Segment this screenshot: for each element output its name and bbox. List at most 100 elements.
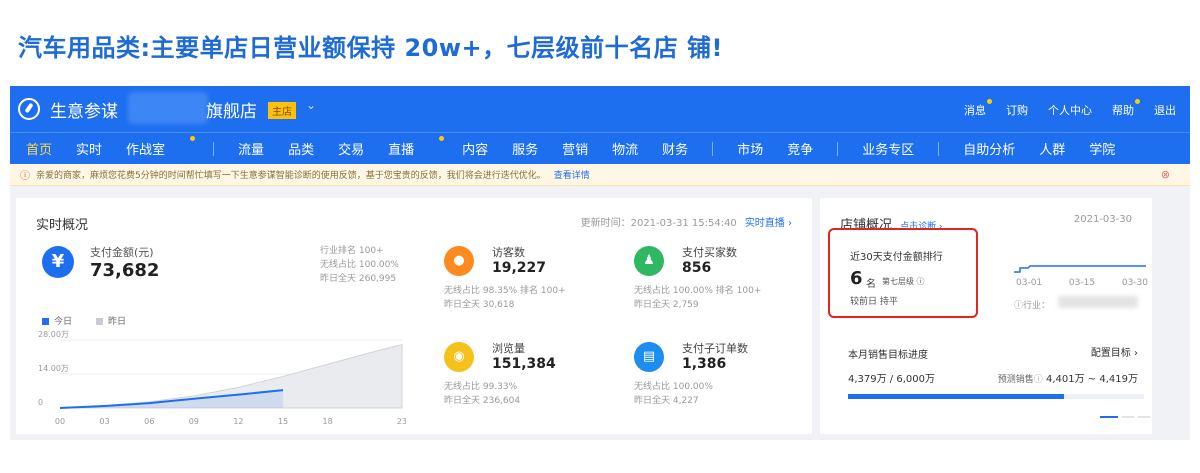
configure-goal-link[interactable]: 配置目标 › — [1091, 344, 1138, 359]
logout-link[interactable]: 退出 — [1154, 102, 1176, 118]
legend-swatch — [42, 318, 49, 325]
realtime-trend-chart: 28.00万14.00万000 03 06 09 12 15 18 23 — [38, 330, 406, 426]
notification-dot-icon — [1135, 99, 1140, 104]
nav-audience[interactable]: 人群 — [1039, 139, 1065, 158]
legend-yesterday-text: 昨日 — [108, 317, 127, 327]
help-circle-icon[interactable]: ⓘ — [917, 277, 925, 286]
nav-divider — [837, 141, 839, 156]
legend-yesterday[interactable]: 昨日 — [96, 314, 126, 327]
nav-traffic[interactable]: 流量 — [238, 139, 264, 158]
nav-divider — [938, 141, 940, 156]
rank-level-text: 第七层级 — [882, 277, 914, 286]
help-label: 帮助 — [1112, 104, 1134, 117]
industry-label: ⓘ行业： — [1014, 298, 1050, 311]
realtime-overview-panel: 实时概况 更新时间：2021-03-31 15:54:40 实时直播 › ¥ 支付… — [16, 198, 812, 434]
tick-label: 03-15 — [1068, 278, 1096, 288]
nav-war-room[interactable]: 作战室 — [126, 136, 196, 158]
nav-competition[interactable]: 竞争 — [787, 139, 813, 158]
pager-dot[interactable] — [1138, 416, 1150, 418]
nav-service[interactable]: 服务 — [512, 139, 538, 158]
visitors-label: 访客数 — [492, 246, 525, 259]
store-name[interactable]: 旗舰店 — [206, 97, 257, 122]
pay-amount-stats: 行业排名 100+ 无线占比 100.00% 昨日全天 260,995 — [320, 244, 399, 286]
visitors-stats: 无线占比 98.35% 排名 100+ 昨日全天 30,618 — [444, 284, 566, 312]
prediction-label: 预测销售 — [997, 375, 1034, 385]
rank-value: 6 — [850, 268, 863, 289]
sales-prediction: 预测销售ⓘ 4,401万 ~ 4,419万 — [998, 370, 1138, 385]
tick-label: 03-01 — [1016, 278, 1043, 288]
prediction-value: 4,401万 ~ 4,419万 — [1046, 374, 1138, 385]
shop-overview-panel: 店铺概况 点击诊断 › 2021-03-30 近30天支付金额排行 6 名 第七… — [820, 198, 1152, 434]
industry-label-text: 行业： — [1023, 301, 1051, 311]
yen-icon: ¥ — [42, 246, 74, 278]
nav-logistics[interactable]: 物流 — [612, 139, 638, 158]
personal-center-link[interactable]: 个人中心 — [1048, 102, 1092, 118]
nav-divider — [712, 141, 714, 156]
carousel-pager[interactable] — [1100, 416, 1150, 418]
document-icon: ▤ — [634, 342, 664, 372]
x-tick-label: 03 — [100, 417, 110, 426]
stat-line: 无线占比 100.00% 排名 100+ — [634, 286, 762, 296]
compass-logo-icon[interactable] — [18, 98, 40, 120]
nav-marketing[interactable]: 营销 — [562, 139, 588, 158]
notification-dot-icon — [190, 136, 196, 141]
help-circle-icon[interactable]: ⓘ — [1034, 375, 1043, 385]
stat-line: 无线占比 100.00% — [634, 382, 713, 392]
notification-dot-icon — [439, 136, 445, 141]
orders-link[interactable]: 订购 — [1006, 102, 1028, 118]
nav-realtime[interactable]: 实时 — [76, 139, 102, 158]
sales-goal-progress-fill — [848, 394, 1065, 399]
rank-level: 第七层级 ⓘ — [882, 276, 925, 287]
x-tick-label: 12 — [233, 417, 243, 426]
pageviews-value: 151,384 — [492, 356, 556, 372]
nav-business-zone[interactable]: 业务专区 — [862, 139, 914, 158]
top-bar: 生意参谋 旗舰店 主店 ⌄ 消息 订购 个人中心 帮助 退出 — [10, 86, 1190, 132]
pager-dot[interactable] — [1122, 416, 1134, 418]
eye-icon: ◉ — [444, 342, 474, 372]
sub-orders-label: 支付子订单数 — [682, 342, 748, 355]
footprint-icon: ● — [444, 246, 474, 276]
legend-today-text: 今日 — [54, 317, 73, 327]
x-tick-label: 23 — [397, 417, 406, 426]
shop-date: 2021-03-30 — [1073, 214, 1132, 225]
stat-line: 昨日全天 2,759 — [634, 300, 699, 310]
live-link[interactable]: 实时直播 › — [745, 218, 792, 229]
help-link[interactable]: 帮助 — [1112, 99, 1140, 118]
x-tick-label: 15 — [278, 417, 288, 426]
sales-goal-title: 本月销售目标进度 — [848, 350, 928, 361]
x-tick-label: 09 — [189, 417, 199, 426]
close-icon[interactable]: ⊗ — [1161, 168, 1170, 181]
nav-home[interactable]: 首页 — [26, 139, 52, 158]
paying-buyers-stats: 无线占比 100.00% 排名 100+ 昨日全天 2,759 — [634, 284, 761, 312]
pageviews-label: 浏览量 — [492, 342, 525, 355]
chevron-down-icon[interactable]: ⌄ — [306, 98, 316, 112]
sales-goal-progress-bar — [848, 394, 1144, 399]
nav-live[interactable]: 直播 — [388, 136, 445, 158]
help-circle-icon[interactable]: ⓘ — [1014, 301, 1023, 311]
pay-amount-label: 支付金额(元) — [90, 246, 154, 259]
messages-link[interactable]: 消息 — [964, 99, 992, 118]
nav-self-analysis[interactable]: 自助分析 — [963, 139, 1015, 158]
notice-details-link[interactable]: 查看详情 — [554, 168, 590, 181]
update-time: 更新时间：2021-03-31 15:54:40 实时直播 › — [581, 214, 792, 229]
paying-buyers-value: 856 — [682, 260, 712, 276]
nav-trade[interactable]: 交易 — [338, 139, 364, 158]
sub-orders-stats: 无线占比 100.00% 昨日全天 4,227 — [634, 380, 713, 408]
panel-title: 实时概况 — [36, 218, 89, 233]
nav-finance[interactable]: 财务 — [662, 139, 688, 158]
nav-category[interactable]: 品类 — [288, 139, 314, 158]
nav-war-room-label: 作战室 — [126, 143, 166, 158]
nav-academy[interactable]: 学院 — [1089, 139, 1115, 158]
warning-icon: ⓘ — [20, 171, 30, 182]
x-tick-label: 06 — [144, 417, 154, 426]
brand-name[interactable]: 生意参谋 — [50, 97, 118, 122]
x-tick-label: 00 — [55, 417, 65, 426]
pager-dot-active[interactable] — [1100, 416, 1118, 418]
visitors-value: 19,227 — [492, 260, 547, 276]
nav-market[interactable]: 市场 — [737, 139, 763, 158]
legend-today[interactable]: 今日 — [42, 314, 72, 327]
nav-content[interactable]: 内容 — [462, 139, 488, 158]
rank-trend-chart — [1014, 265, 1146, 273]
dashboard-screenshot: 生意参谋 旗舰店 主店 ⌄ 消息 订购 个人中心 帮助 退出 首页 实时 作战室… — [10, 86, 1190, 440]
y-tick-label: 14.00万 — [38, 364, 69, 373]
